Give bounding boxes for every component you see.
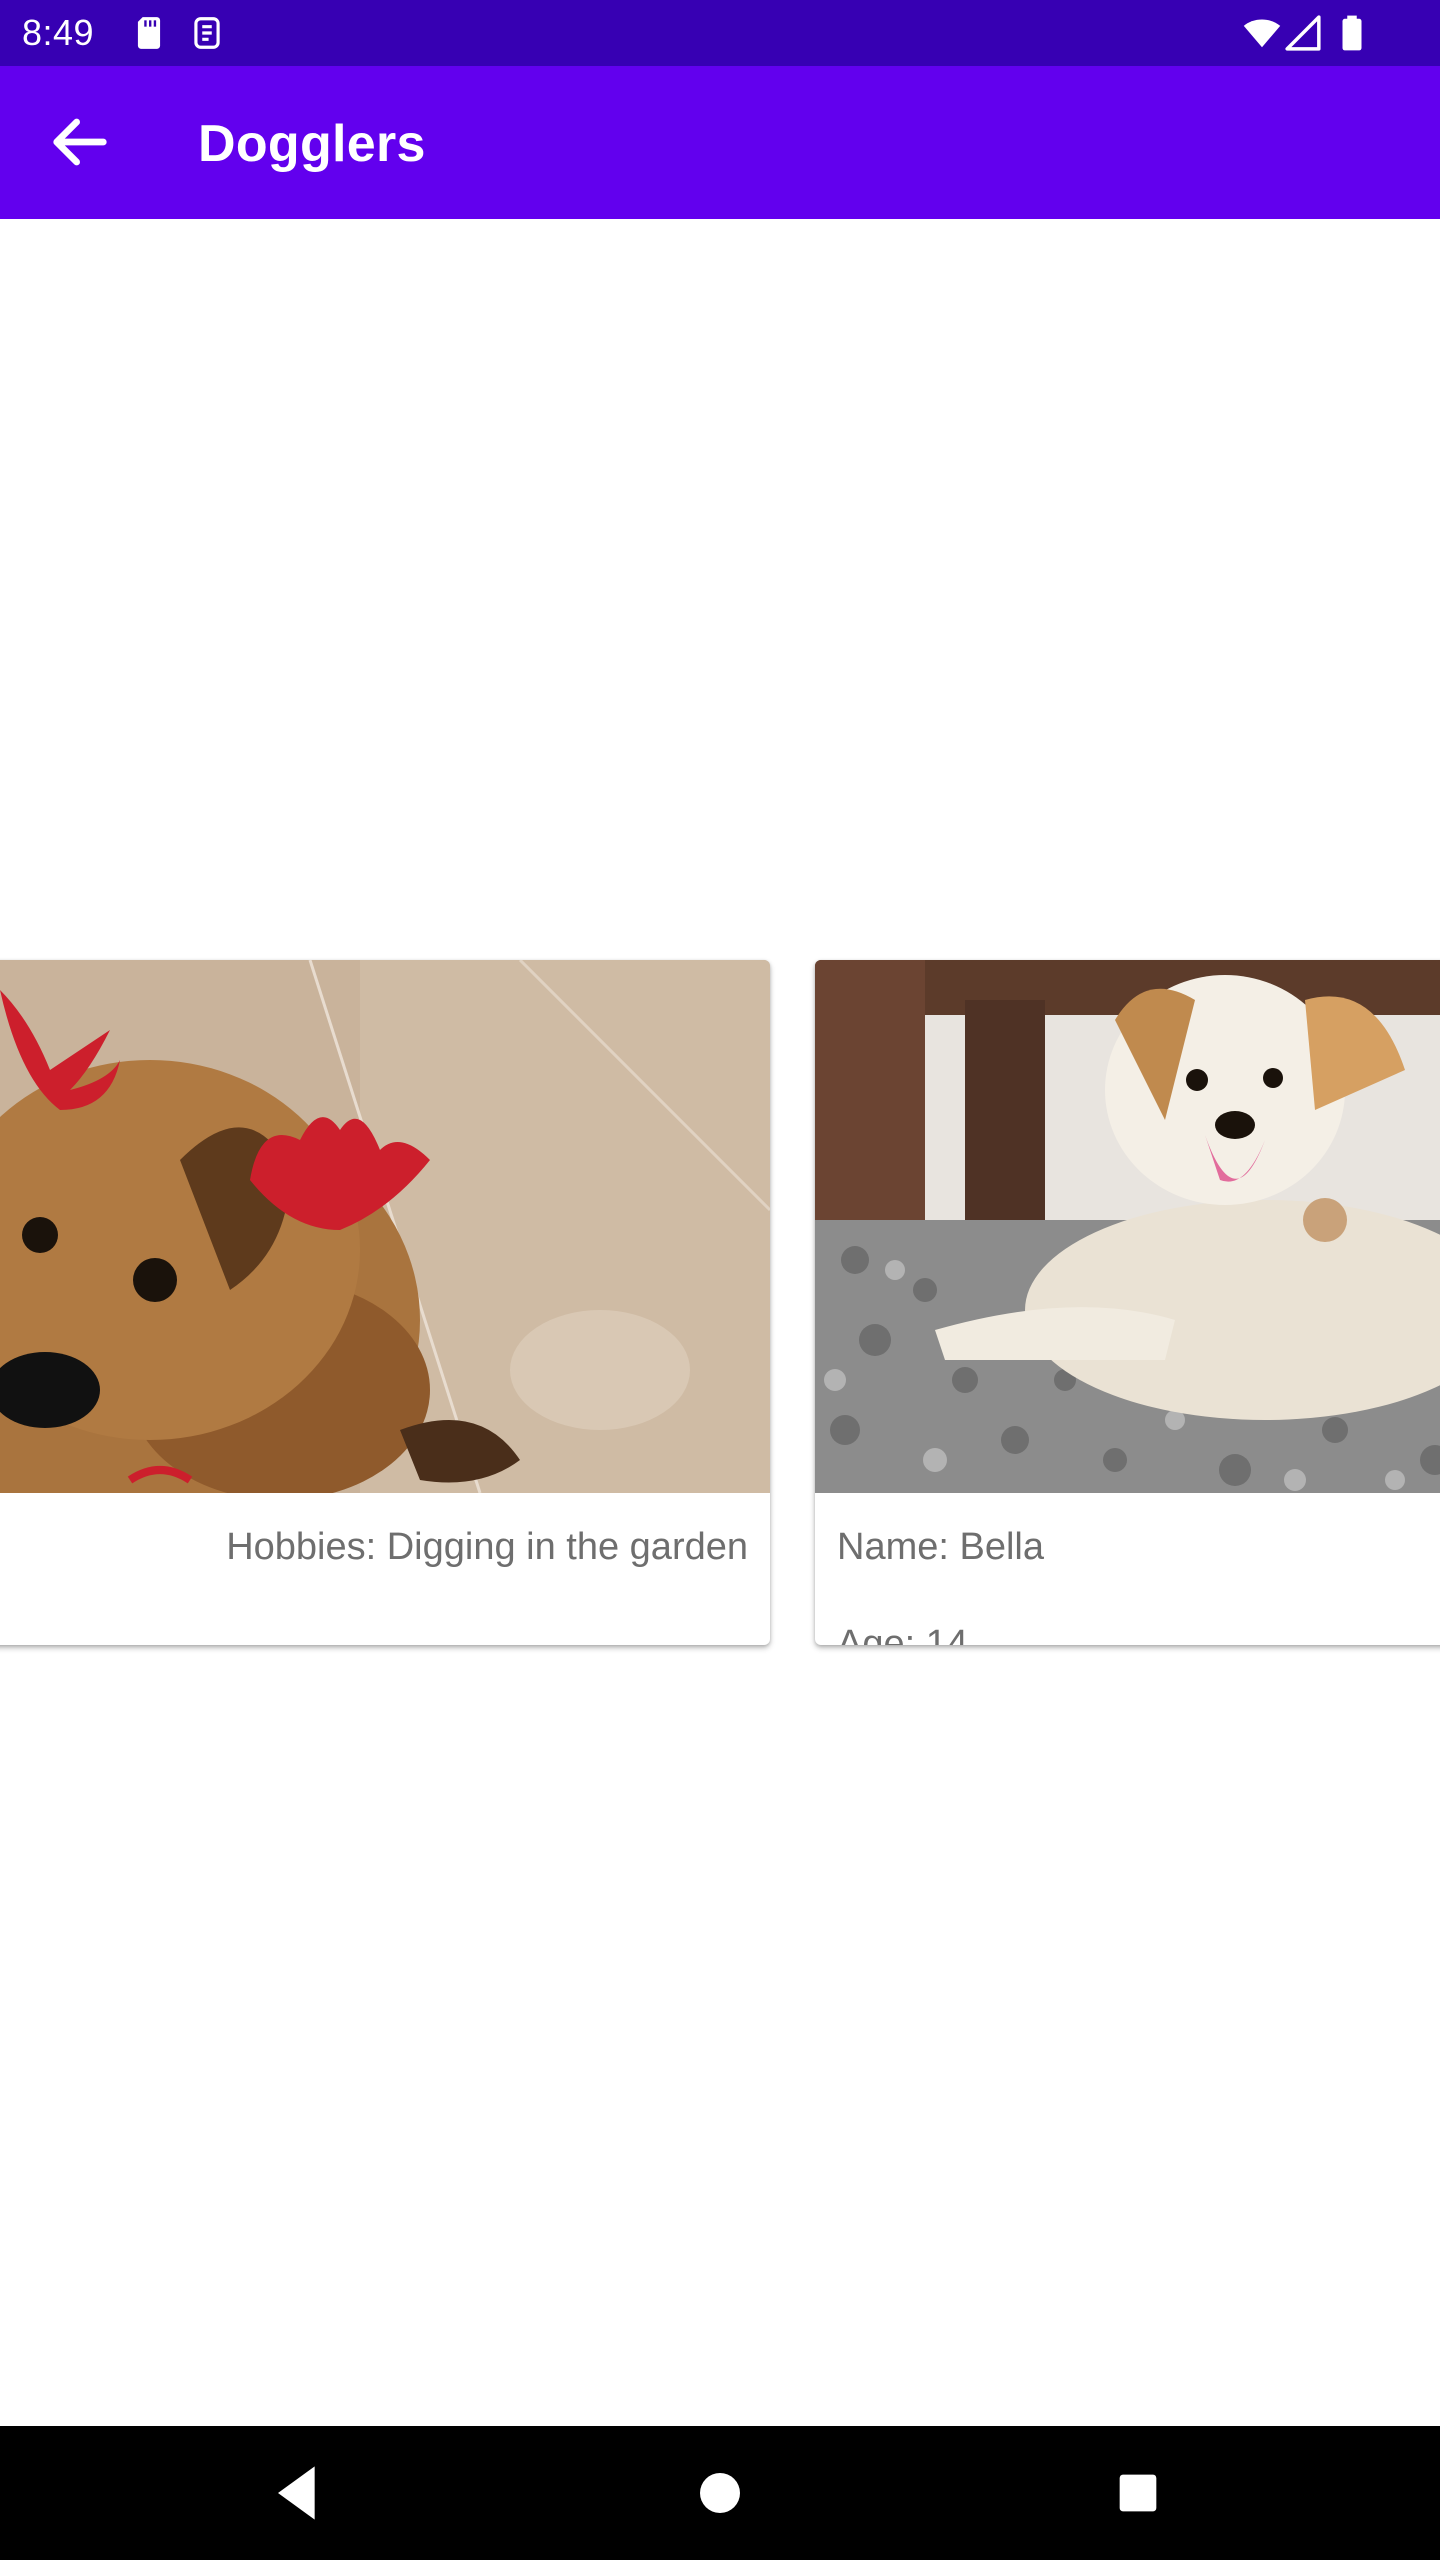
nav-recents-button[interactable] [1098, 2453, 1178, 2533]
app-bar: Dogglers [0, 66, 1440, 219]
recents-square-icon [1119, 2474, 1157, 2512]
battery-icon [1342, 15, 1362, 51]
back-triangle-icon [278, 2466, 315, 2520]
dog-card[interactable]: Hobbies: Digging in the garden [0, 960, 770, 1645]
signal-icon [1285, 15, 1321, 51]
dog-photo [815, 960, 1440, 1493]
status-bar: 8:49 [0, 0, 1440, 66]
nav-back-button[interactable] [258, 2453, 338, 2533]
arrow-back-icon [53, 118, 107, 166]
nav-home-button[interactable] [680, 2453, 760, 2533]
dog-hobbies: Hobbies: Digging in the garden [226, 1526, 748, 1568]
dog-carousel[interactable]: Hobbies: Digging in the garden Name: Bel… [0, 219, 1440, 2426]
sd-card-icon [137, 17, 161, 49]
screen-record-icon [194, 17, 220, 49]
home-circle-icon [700, 2473, 740, 2513]
system-nav-bar [0, 2426, 1440, 2560]
dog-card[interactable]: Name: Bella Age: 14 [815, 960, 1440, 1645]
status-time: 8:49 [22, 12, 95, 53]
dog-name: Name: Bella [837, 1526, 1044, 1568]
wifi-icon [1243, 19, 1281, 48]
back-button[interactable] [40, 102, 120, 182]
dog-age: Age: 14 [837, 1623, 968, 1645]
dog-photo [0, 960, 770, 1493]
app-title: Dogglers [198, 115, 426, 173]
